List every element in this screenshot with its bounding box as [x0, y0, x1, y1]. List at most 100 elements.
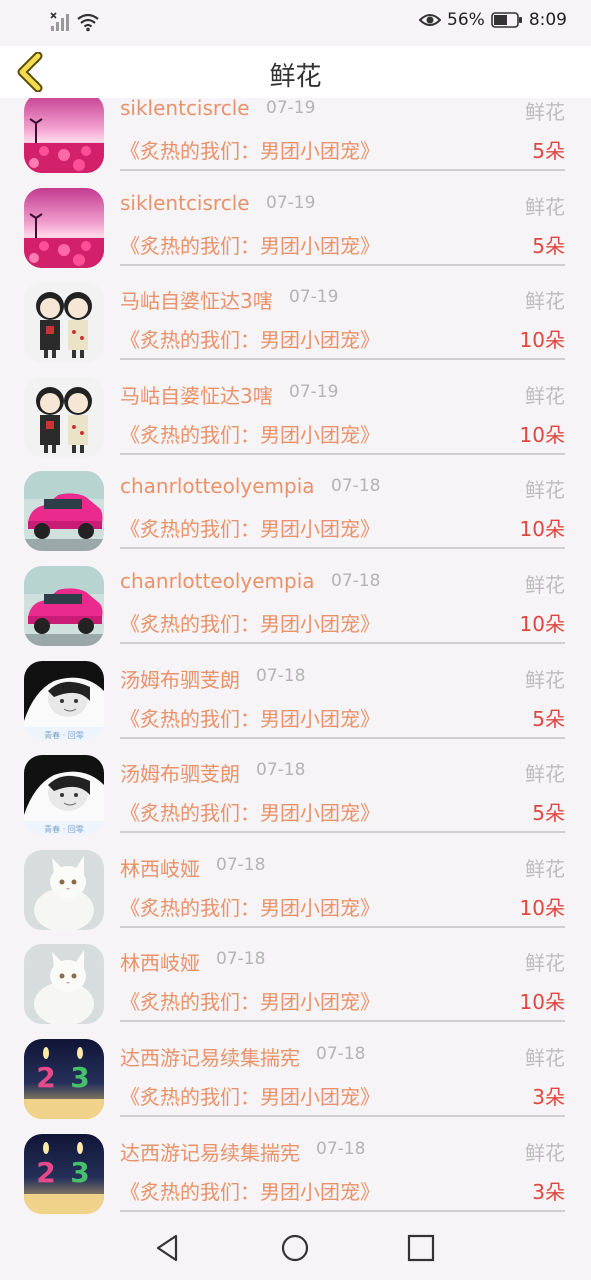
list-item[interactable]: chanrlotteolyempia 07-18 鲜花 《炙热的我们：男团小团宠》 10…	[0, 464, 591, 559]
show-title: 《炙热的我们：男团小团宠》	[120, 422, 380, 447]
row-divider	[120, 169, 565, 171]
row-divider	[120, 452, 565, 455]
gift-type: 鲜花	[525, 383, 565, 408]
clock: 8:09	[528, 10, 567, 30]
list-item[interactable]: chanrlotteolyempia 07-18 鲜花 《炙热的我们：男团小团宠》 10…	[0, 559, 591, 654]
send-date: 07-18	[216, 854, 266, 875]
show-title: 《炙热的我们：男团小团宠》	[120, 517, 380, 542]
app-header: 鲜花	[0, 46, 591, 98]
avatar-dolls[interactable]	[24, 282, 104, 363]
nav-recents-icon[interactable]	[405, 1232, 437, 1264]
send-date: 07-18	[256, 665, 306, 686]
system-nav-bar	[0, 1216, 591, 1280]
avatar-pink-car[interactable]	[24, 471, 104, 552]
gift-count: 10朵	[519, 895, 565, 920]
send-date: 07-18	[216, 949, 266, 970]
gift-count: 3朵	[532, 1179, 565, 1204]
gift-type: 鲜花	[525, 1140, 565, 1165]
avatar-candles[interactable]: 23	[24, 1133, 104, 1214]
list-item[interactable]: 2 3 达西游记易续集揣宪 07-18 鲜花 《炙热的我们：男团小团宠》 3朵	[0, 1032, 591, 1127]
sender-name: 马岵自婆怔达3嗐	[120, 289, 273, 314]
send-date: 07-18	[256, 760, 306, 781]
row-divider	[120, 641, 565, 644]
list-item[interactable]: 青春 · 回零 汤姆布驷芰朗 07-18 鲜花 《炙热的我们：男团小团宠》 5朵	[0, 748, 591, 843]
svg-text:2: 2	[36, 1061, 55, 1094]
send-date: 07-19	[289, 287, 339, 308]
avatar-dolls[interactable]	[24, 376, 104, 457]
gift-count: 5朵	[532, 801, 565, 826]
svg-text:青春 · 回零: 青春 · 回零	[44, 824, 84, 834]
list-item[interactable]: 林西岐娅 07-18 鲜花《炙热的我们：男团小团宠》 10朵	[0, 843, 591, 938]
gift-count: 3朵	[532, 1084, 565, 1109]
list-item[interactable]: 马岵自婆怔达3嗐 07-19 鲜花 《炙热的我们：男团小团宠》 10朵	[0, 370, 591, 465]
gift-count: 10朵	[519, 517, 565, 542]
row-divider	[120, 1114, 565, 1117]
wifi-icon	[77, 13, 99, 32]
avatar-candles[interactable]: 23	[24, 1038, 104, 1119]
row-divider	[120, 547, 565, 550]
list-item[interactable]: 2 3 达西游记易续集揣宪 07-18 鲜花《炙热的我们：男团小团宠》 3朵	[0, 1127, 591, 1216]
gift-type: 鲜花	[525, 856, 565, 881]
sender-name: 汤姆布驷芰朗	[120, 667, 240, 692]
show-title: 《炙热的我们：男团小团宠》	[120, 1084, 380, 1109]
avatar-sunset[interactable]	[24, 187, 104, 268]
send-date: 07-18	[331, 570, 381, 591]
show-title: 《炙热的我们：男团小团宠》	[120, 895, 380, 920]
row-divider	[120, 925, 565, 928]
nav-back-icon[interactable]	[152, 1232, 184, 1264]
svg-text:2: 2	[36, 1156, 55, 1189]
show-title: 《炙热的我们：男团小团宠》	[120, 801, 380, 826]
show-title: 《炙热的我们：男团小团宠》	[120, 233, 380, 258]
list-item[interactable]: 马岵自婆怔达3嗐 07-19 鲜花 《炙热的我们：男团小团宠》 10朵	[0, 275, 591, 370]
status-right: 56% 8:09	[419, 10, 567, 30]
avatar-white-cat[interactable]	[24, 944, 104, 1025]
show-title: 《炙热的我们：男团小团宠》	[120, 328, 380, 353]
send-date: 07-19	[266, 192, 316, 213]
avatar-bw-girl[interactable]: 青春 · 回零	[24, 660, 104, 741]
gift-count: 5朵	[532, 706, 565, 731]
show-title: 《炙热的我们：男团小团宠》	[120, 990, 380, 1015]
avatar-pink-car[interactable]	[24, 565, 104, 646]
show-title: 《炙热的我们：男团小团宠》	[120, 706, 380, 731]
svg-text:3: 3	[70, 1061, 89, 1094]
gift-type: 鲜花	[525, 762, 565, 787]
sender-name: 林西岐娅	[120, 951, 200, 976]
row-divider	[120, 831, 565, 834]
show-title: 《炙热的我们：男团小团宠》	[120, 139, 380, 163]
gift-record-list[interactable]: siklentcisrcle 07-19 鲜花 《炙热的我们：男团小团宠》 5朵 sikl…	[0, 98, 591, 1216]
avatar-sunset[interactable]	[24, 98, 104, 173]
gift-count: 10朵	[519, 328, 565, 353]
list-item[interactable]: siklentcisrcle 07-19 鲜花《炙热的我们：男团小团宠》 5朵	[0, 98, 591, 181]
list-item[interactable]: siklentcisrcle 07-19 鲜花 《炙热的我们：男团小团宠》 5朵	[0, 181, 591, 276]
sender-name: chanrlotteolyempia	[120, 474, 315, 499]
cellular-signal-icon	[50, 12, 69, 31]
gift-type: 鲜花	[525, 951, 565, 976]
gift-type: 鲜花	[525, 100, 565, 124]
row-divider	[120, 358, 565, 361]
sender-name: 马岵自婆怔达3嗐	[120, 383, 273, 408]
sender-name: 林西岐娅	[120, 856, 200, 881]
list-item[interactable]: 林西岐娅 07-18 鲜花 《炙热的我们：男团小团宠》 10朵	[0, 937, 591, 1032]
sender-name: 达西游记易续集揣宪	[120, 1140, 300, 1165]
show-title: 《炙热的我们：男团小团宠》	[120, 1179, 380, 1204]
send-date: 07-19	[266, 98, 316, 118]
gift-count: 5朵	[532, 139, 565, 163]
nav-home-icon[interactable]	[279, 1232, 311, 1264]
gift-count: 10朵	[519, 611, 565, 636]
sender-name: siklentcisrcle	[120, 190, 250, 215]
gift-type: 鲜花	[525, 194, 565, 219]
sender-name: siklentcisrcle	[120, 98, 250, 120]
gift-type: 鲜花	[525, 1045, 565, 1070]
eye-icon	[419, 14, 442, 26]
sender-name: 达西游记易续集揣宪	[120, 1045, 300, 1070]
gift-record-list-inner: siklentcisrcle 07-19 鲜花 《炙热的我们：男团小团宠》 5朵 sikl…	[0, 98, 591, 1216]
avatar-bw-girl[interactable]: 青春 · 回零	[24, 755, 104, 836]
sender-name: chanrlotteolyempia	[120, 568, 315, 593]
row-divider	[120, 736, 565, 739]
status-left	[50, 12, 100, 32]
avatar-white-cat[interactable]	[24, 849, 104, 930]
list-item[interactable]: 青春 · 回零 汤姆布驷芰朗 07-18 鲜花 《炙热的我们：男团小团宠》 5朵	[0, 654, 591, 749]
send-date: 07-18	[316, 1138, 366, 1159]
status-bar: 56% 8:09	[0, 0, 591, 46]
battery-icon	[491, 12, 522, 28]
